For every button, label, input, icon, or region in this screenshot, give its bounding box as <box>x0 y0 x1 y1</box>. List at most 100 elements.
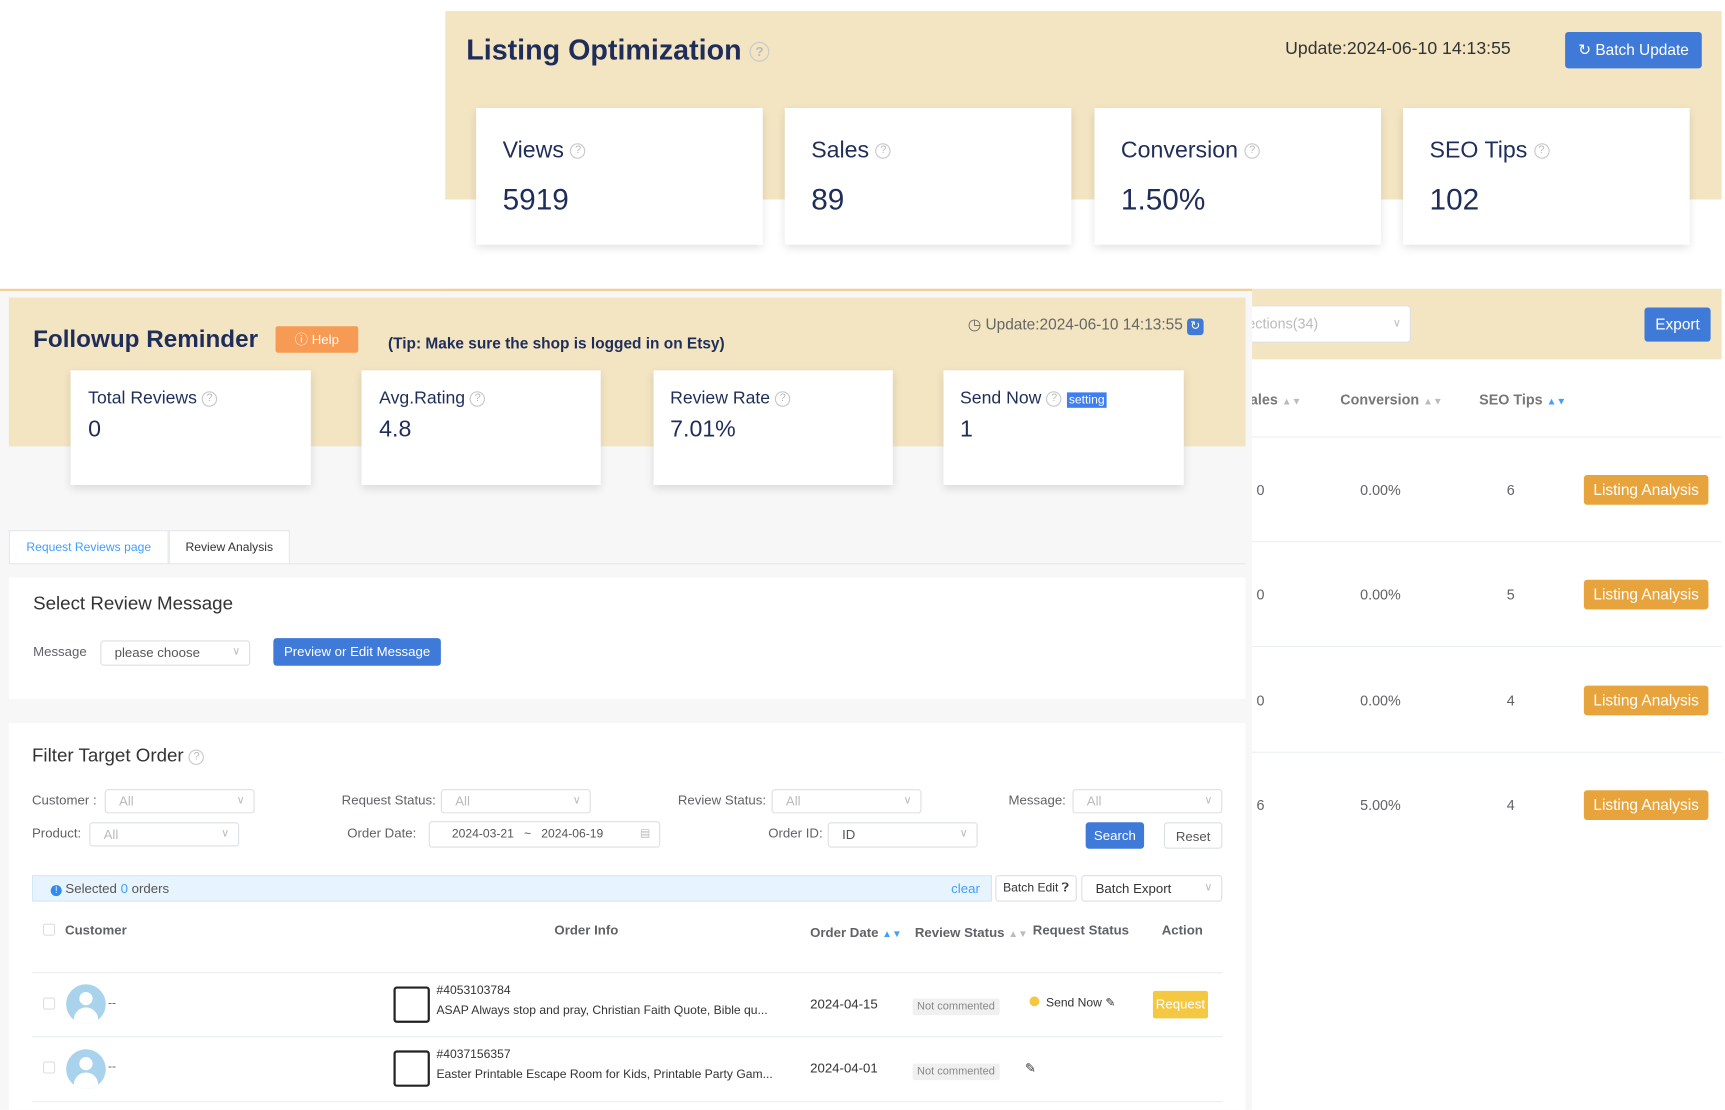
help-icon[interactable]: ? <box>570 143 586 160</box>
product-select[interactable]: All ∨ <box>89 822 240 847</box>
column-header-conversion[interactable]: Conversion ▲▼ <box>1340 391 1442 408</box>
sort-icon[interactable]: ▲▼ <box>1282 396 1302 407</box>
column-header-customer: Customer <box>65 922 127 938</box>
column-header-seo-tips[interactable]: SEO Tips ▲▼ <box>1479 391 1566 408</box>
tab-review-analysis[interactable]: Review Analysis <box>168 530 290 565</box>
order-number[interactable]: #4037156357 <box>436 1048 510 1061</box>
chevron-down-icon: ∨ <box>959 827 968 840</box>
stat-card-sales: Sales ? 89 <box>784 108 1072 245</box>
followup-title: Followup Reminder <box>33 325 259 353</box>
batch-export-select[interactable]: Batch Export ∨ <box>1081 875 1223 902</box>
order-date: 2024-04-01 <box>810 1060 878 1076</box>
sort-icon[interactable]: ▲▼ <box>1547 396 1567 407</box>
message-label: Message <box>33 643 87 660</box>
help-icon[interactable]: ? <box>875 143 891 160</box>
sales-cell: 0 <box>1256 692 1265 709</box>
stat-card-send-now: Send Now ? setting 1 <box>943 370 1184 485</box>
stat-label: SEO Tips <box>1429 137 1528 164</box>
followup-update: ◷ Update:2024-06-10 14:13:55 ↻ <box>967 315 1204 336</box>
help-icon[interactable]: ? <box>201 391 218 407</box>
order-number[interactable]: #4053103784 <box>436 984 510 997</box>
help-icon[interactable]: ? <box>470 391 486 407</box>
select-review-message-title: Select Review Message <box>33 592 234 614</box>
seo-tips-cell: 5 <box>1506 586 1515 603</box>
edit-icon[interactable]: ✎ <box>1105 996 1115 1009</box>
review-status-badge: Not commented <box>912 1063 1000 1081</box>
help-button[interactable]: ⓘ Help <box>275 326 359 353</box>
sort-icon[interactable]: ▲▼ <box>882 928 902 939</box>
customer-select[interactable]: All ∨ <box>104 789 255 814</box>
stat-card-total-reviews: Total Reviews ? 0 <box>70 370 311 485</box>
selection-bar: ! Selected 0 orders clear <box>31 875 992 902</box>
listing-title: Listing Optimization ? <box>466 33 770 67</box>
help-icon[interactable]: ? <box>1046 391 1062 407</box>
order-title: Easter Printable Escape Room for Kids, P… <box>436 1068 773 1082</box>
clear-link[interactable]: clear <box>951 876 980 900</box>
batch-update-button[interactable]: ↻ Batch Update <box>1565 31 1702 69</box>
stat-card-seo-tips: SEO Tips ? 102 <box>1403 108 1690 245</box>
help-icon[interactable]: ? <box>775 391 791 407</box>
stat-label: Avg.Rating <box>379 389 466 408</box>
request-status: Send Now ✎ <box>1029 995 1115 1010</box>
stat-value: 102 <box>1429 182 1480 217</box>
batch-edit-button[interactable]: Batch Edit ❓︎ <box>995 875 1077 902</box>
sort-icon[interactable]: ▲▼ <box>1008 928 1028 939</box>
export-button[interactable]: Export <box>1644 307 1711 342</box>
listing-analysis-button[interactable]: Listing Analysis <box>1583 685 1709 716</box>
help-icon[interactable]: ? <box>1244 143 1260 160</box>
request-status-select[interactable]: All ∨ <box>440 789 591 814</box>
order-date-range[interactable]: 2024-03-21 ~ 2024-06-19 ▤ <box>428 821 661 848</box>
select-all-checkbox[interactable] <box>42 923 56 936</box>
message-filter-label: Message: <box>1008 792 1066 808</box>
stat-label: Total Reviews <box>88 389 197 408</box>
listing-analysis-button[interactable]: Listing Analysis <box>1583 579 1709 610</box>
column-header-sales[interactable]: ales ▲▼ <box>1250 391 1302 408</box>
search-button[interactable]: Search <box>1085 822 1145 849</box>
chevron-down-icon: ∨ <box>1392 317 1401 330</box>
conversion-cell: 5.00% <box>1360 796 1401 814</box>
listing-analysis-button[interactable]: Listing Analysis <box>1583 475 1709 505</box>
row-checkbox[interactable] <box>42 1061 56 1074</box>
setting-button[interactable]: setting <box>1066 392 1107 408</box>
stat-value: 7.01% <box>670 416 736 442</box>
reset-button[interactable]: Reset <box>1163 822 1223 849</box>
stat-card-conversion: Conversion ? 1.50% <box>1094 108 1382 245</box>
column-header-review-status[interactable]: Review Status ▲▼ <box>915 925 1028 940</box>
filter-title: Filter Target Order ? <box>32 745 205 767</box>
stat-value: 89 <box>811 182 845 217</box>
stat-label: Sales <box>811 137 870 164</box>
message-select[interactable]: please choose ∨ <box>100 640 251 666</box>
sales-cell: 0 <box>1256 481 1265 499</box>
tip-text: (Tip: Make sure the shop is logged in on… <box>387 333 725 352</box>
edit-icon[interactable]: ✎ <box>1025 1060 1036 1075</box>
refresh-icon: ↻ <box>1578 40 1592 59</box>
clock-icon: ◷ <box>967 315 982 333</box>
column-header-action: Action <box>1161 922 1203 938</box>
conversion-cell: 0.00% <box>1360 692 1401 709</box>
listing-analysis-button[interactable]: Listing Analysis <box>1583 790 1709 821</box>
tab-request-reviews-page[interactable]: Request Reviews page <box>8 530 169 565</box>
column-header-order-info: Order Info <box>554 922 619 938</box>
product-label: Product: <box>31 825 82 841</box>
request-button[interactable]: Request <box>1152 990 1209 1019</box>
listing-title-text: Listing Optimization <box>466 33 742 67</box>
seo-tips-cell: 6 <box>1506 481 1515 499</box>
stat-label: Send Now <box>960 389 1042 408</box>
review-status-select[interactable]: All ∨ <box>771 789 922 814</box>
stat-card-views: Views ? 5919 <box>476 108 763 245</box>
chevron-down-icon: ∨ <box>232 645 241 659</box>
sort-icon[interactable]: ▲▼ <box>1423 396 1443 407</box>
help-icon[interactable]: ? <box>188 748 205 765</box>
help-icon[interactable]: ? <box>749 42 770 62</box>
filter-card <box>8 723 1246 1110</box>
customer-label: Customer : <box>31 792 97 808</box>
row-checkbox[interactable] <box>42 997 56 1010</box>
question-icon: ⓘ <box>294 331 309 348</box>
column-header-order-date[interactable]: Order Date ▲▼ <box>810 925 902 940</box>
message-filter-select[interactable]: All ∨ <box>1072 789 1223 814</box>
help-icon[interactable]: ? <box>1533 143 1550 160</box>
order-id-select[interactable]: ID ∨ <box>827 822 978 848</box>
refresh-icon[interactable]: ↻ <box>1187 318 1204 336</box>
stat-label: Conversion <box>1120 137 1239 164</box>
preview-edit-message-button[interactable]: Preview or Edit Message <box>273 638 441 666</box>
